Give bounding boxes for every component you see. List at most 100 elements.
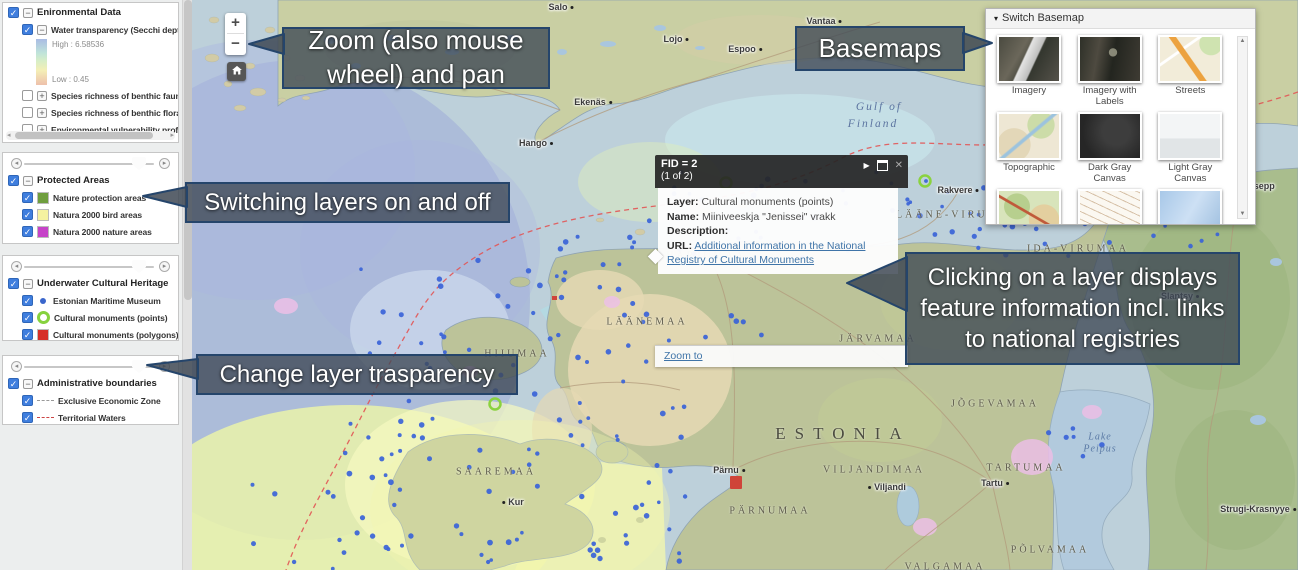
- layer-label: Water transparency (Secchi depth i: [51, 25, 179, 35]
- popup-pager: (1 of 2): [661, 171, 902, 182]
- basemap-thumbnail[interactable]: [997, 189, 1061, 225]
- next-feature-icon[interactable]: ▶: [863, 161, 869, 170]
- callout-transparency: Change layer trasparency: [196, 354, 518, 395]
- registry-link[interactable]: Additional information in the National R…: [667, 240, 865, 267]
- expander-icon[interactable]: −: [23, 176, 33, 186]
- basemap-gallery-header[interactable]: ▾Switch Basemap: [986, 9, 1255, 29]
- sidebar-scrollbar[interactable]: [182, 0, 192, 570]
- layer-checkbox[interactable]: ✓: [22, 24, 33, 35]
- zoom-out-button[interactable]: −: [225, 34, 246, 54]
- close-icon[interactable]: ✕: [895, 161, 903, 171]
- layer-label: Natura 2000 bird areas: [53, 210, 142, 220]
- expander-icon[interactable]: +: [37, 91, 47, 101]
- layer-checkbox[interactable]: ✓: [22, 395, 33, 406]
- expander-icon[interactable]: −: [23, 379, 33, 389]
- basemap-item[interactable]: [1157, 189, 1223, 225]
- expander-icon[interactable]: −: [23, 279, 33, 289]
- popup-field: Layer: Cultural monuments (points): [667, 195, 889, 210]
- basemap-thumbnail[interactable]: [997, 112, 1061, 160]
- scroll-up-icon[interactable]: ▲: [1238, 38, 1247, 44]
- basemap-thumbnail[interactable]: [997, 35, 1061, 83]
- layer-checkbox[interactable]: ✓: [22, 312, 33, 323]
- popup-field: Name: Miiniveeskja "Jenissei" vrakk: [667, 210, 889, 225]
- transparency-slider[interactable]: ◂▸: [11, 259, 170, 274]
- basemap-item-light-gray-canvas[interactable]: Light Gray Canvas: [1157, 112, 1223, 184]
- callout-basemaps: Basemaps: [795, 26, 965, 71]
- transparency-slider[interactable]: ◂▸: [11, 156, 170, 171]
- basemap-item[interactable]: [996, 189, 1062, 225]
- expander-icon[interactable]: +: [37, 108, 47, 118]
- gis-web-map-app: SaloVantaaLojoEspooEkenäsHangoGulf ofFin…: [0, 0, 1298, 570]
- basemap-thumbnail[interactable]: [1078, 35, 1142, 83]
- popup-body: Layer: Cultural monuments (points)Name: …: [658, 188, 898, 274]
- callout-switch-layers: Switching layers on and off: [185, 182, 510, 223]
- basemap-gallery-title: Switch Basemap: [1002, 12, 1084, 24]
- slider-left-arrow-icon[interactable]: ◂: [11, 158, 22, 169]
- slider-thumb[interactable]: [132, 260, 146, 273]
- layer-checkbox[interactable]: [22, 90, 33, 101]
- scroll-right-icon[interactable]: ▸: [170, 131, 174, 140]
- slider-right-arrow-icon[interactable]: ▸: [159, 158, 170, 169]
- layer-label: Species richness of benthic fauna: [51, 91, 179, 101]
- expander-icon[interactable]: −: [37, 25, 47, 35]
- panel-title-row: ✓−Protected Areas: [8, 173, 178, 188]
- basemap-label: Streets: [1157, 86, 1223, 97]
- slider-thumb[interactable]: [132, 360, 146, 373]
- scroll-down-icon[interactable]: ▼: [1238, 211, 1247, 217]
- layer-checkbox[interactable]: ✓: [22, 412, 33, 423]
- layer-panel: ◂▸✓−Underwater Cultural Heritage✓Estonia…: [2, 255, 179, 341]
- layer-swatch: [37, 209, 49, 221]
- basemap-thumbnail[interactable]: [1158, 112, 1222, 160]
- basemap-thumbnail[interactable]: [1078, 112, 1142, 160]
- basemap-item-imagery[interactable]: Imagery: [996, 35, 1062, 107]
- maximize-icon[interactable]: [877, 160, 888, 171]
- panel-title-row: ✓−Administrative boundaries: [8, 376, 178, 391]
- layer-label: Nature protection areas: [53, 193, 146, 203]
- zoom-to-link[interactable]: Zoom to: [664, 350, 703, 362]
- gallery-scrollbar[interactable]: ▲ ▼: [1237, 36, 1248, 219]
- layer-checkbox[interactable]: ✓: [22, 209, 33, 220]
- basemap-thumbnail[interactable]: [1158, 189, 1222, 225]
- basemap-gallery: ▾Switch Basemap ImageryImagery with Labe…: [985, 8, 1256, 225]
- layer-checkbox[interactable]: ✓: [8, 175, 19, 186]
- basemap-thumbnail[interactable]: [1078, 189, 1142, 225]
- basemap-item-topographic[interactable]: Topographic: [996, 112, 1062, 184]
- layer-checkbox[interactable]: ✓: [22, 226, 33, 237]
- panel-horizontal-scrollbar[interactable]: ◂▸: [6, 131, 175, 140]
- basemap-item[interactable]: [1077, 189, 1143, 225]
- scroll-left-icon[interactable]: ◂: [7, 131, 11, 140]
- layer-row: +Species richness of benthic flora: [22, 105, 178, 120]
- slider-left-arrow-icon[interactable]: ◂: [11, 361, 22, 372]
- layer-checkbox[interactable]: ✓: [22, 192, 33, 203]
- expander-icon[interactable]: −: [23, 8, 33, 18]
- basemap-item-dark-gray-canvas[interactable]: Dark Gray Canvas: [1077, 112, 1143, 184]
- layer-checkbox[interactable]: ✓: [8, 378, 19, 389]
- home-button[interactable]: [227, 62, 246, 81]
- layer-checkbox[interactable]: [22, 107, 33, 118]
- popup-header[interactable]: FID = 2 (1 of 2) ▶ ✕: [655, 155, 908, 188]
- legend-high-value: High : 6.58536: [52, 40, 104, 49]
- layer-legend: High : 6.58536Low : 0.45: [36, 39, 178, 85]
- slider-thumb[interactable]: [132, 157, 146, 170]
- layer-checkbox[interactable]: ✓: [22, 295, 33, 306]
- transparency-slider[interactable]: ◂▸: [11, 359, 170, 374]
- basemap-item-streets[interactable]: Streets: [1157, 35, 1223, 107]
- basemap-item-imagery-with-labels[interactable]: Imagery with Labels: [1077, 35, 1143, 107]
- slider-right-arrow-icon[interactable]: ▸: [159, 361, 170, 372]
- slider-left-arrow-icon[interactable]: ◂: [11, 261, 22, 272]
- scrollbar-thumb[interactable]: [15, 132, 153, 139]
- layer-row: + Species richness of benthic fauna: [22, 88, 178, 103]
- sidebar-scrollbar-thumb[interactable]: [184, 0, 192, 300]
- popup-field: URL: Additional information in the Natio…: [667, 239, 889, 268]
- basemap-thumbnail[interactable]: [1158, 35, 1222, 83]
- feature-popup: FID = 2 (1 of 2) ▶ ✕ Layer: Cultural mon…: [655, 155, 908, 367]
- layer-checkbox[interactable]: ✓: [8, 7, 19, 18]
- layer-checkbox[interactable]: ✓: [22, 329, 33, 340]
- layer-row: ✓ Nature protection areas: [22, 190, 178, 205]
- zoom-in-button[interactable]: +: [225, 13, 246, 33]
- layer-row: ✓ Natura 2000 bird areas: [22, 207, 178, 222]
- slider-right-arrow-icon[interactable]: ▸: [159, 261, 170, 272]
- layer-swatch: [37, 417, 54, 418]
- layer-panel: ✓−Enironmental Data✓−Water transparency …: [2, 2, 179, 143]
- layer-checkbox[interactable]: ✓: [8, 278, 19, 289]
